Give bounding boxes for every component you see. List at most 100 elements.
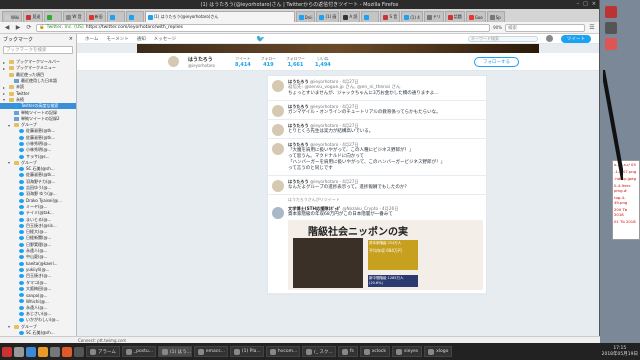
taskbar-task[interactable]: emacs... <box>193 346 228 357</box>
tweet-avatar[interactable] <box>272 143 284 155</box>
desktop-icon[interactable] <box>605 22 617 34</box>
browser-tab[interactable]: (1) 画 <box>316 11 340 22</box>
tweet-avatar[interactable] <box>272 80 284 92</box>
launcher-icon[interactable] <box>14 346 24 357</box>
expand-arrow-icon[interactable]: ▸ <box>3 91 7 96</box>
browser-tab[interactable]: 新旧 <box>85 11 106 22</box>
profile-name[interactable]: はうたろう <box>188 56 215 63</box>
browser-tab[interactable]: A 読 <box>340 11 361 22</box>
tweet-author[interactable]: はうたろう <box>288 142 309 147</box>
launcher-icon[interactable] <box>74 346 84 357</box>
browser-tab[interactable] <box>44 11 63 22</box>
twitter-bird-icon[interactable]: 🐦 <box>256 35 265 43</box>
launcher-icon[interactable] <box>50 346 60 357</box>
twitter-search-input[interactable]: キーワード検索 <box>468 35 538 42</box>
tweet[interactable]: はうたろう @ieyorhotaro · 4月27日 返信先: @sensu_vo… <box>268 76 486 101</box>
tweet[interactable]: はうたろう @ieyorhotaro · 4月27日 ガンマゲイル・オンラインのチ… <box>268 101 486 120</box>
profile-stat[interactable]: いいね 1,494 <box>315 56 331 68</box>
browser-tab[interactable]: (1) 4 <box>401 11 423 22</box>
profile-stat[interactable]: フォロー 419 <box>261 56 276 68</box>
taskbar-task[interactable]: _postu... <box>121 346 156 357</box>
profile-stat[interactable]: ツイート 8,414 <box>235 56 251 68</box>
browser-tab[interactable]: 話題 <box>444 11 465 22</box>
minimize-button[interactable]: – <box>577 1 580 7</box>
expand-arrow-icon[interactable]: ▸ <box>3 66 7 71</box>
file-entry[interactable]: 01 Tb 2018 <box>613 218 639 225</box>
launcher-icon[interactable] <box>38 346 48 357</box>
tweet-author[interactable]: はうたろう <box>288 104 309 109</box>
tweet-avatar[interactable] <box>272 180 284 192</box>
tweet-button[interactable]: ツイート <box>561 34 591 43</box>
tweet[interactable]: はうたろう @ieyorhotaro · 4月27日 なんだよグループの進捗表示っ… <box>268 176 486 195</box>
browser-tab[interactable] <box>125 11 144 22</box>
expand-arrow-icon[interactable]: ▾ <box>8 160 12 165</box>
profile-stat[interactable]: フォロワー 1,661 <box>286 56 305 68</box>
browser-tab[interactable]: ドリ <box>423 11 444 22</box>
tweet-author[interactable]: はうたろう <box>288 179 309 184</box>
lock-icon[interactable]: 🔒 <box>39 25 45 30</box>
url-text[interactable]: https://twitter.com/ieyorhotaro/with_rep… <box>86 25 183 30</box>
tweet-image[interactable]: 階級社会ニッポンの実 資本家階級 254万人 平均年収 684万円 新中間階級 … <box>288 220 483 290</box>
browser-tab[interactable]: S 音 <box>380 11 401 22</box>
tweet[interactable]: はうたろう @ieyorhotaro · 4月27日 「大魔を肩用に扱いやがって、… <box>268 139 486 176</box>
start-menu-icon[interactable] <box>2 346 12 357</box>
zoom-level[interactable]: 90% <box>493 25 502 30</box>
expand-arrow-icon[interactable]: ▾ <box>3 97 7 102</box>
nav-notifications[interactable]: 通知 <box>137 36 146 42</box>
browser-tab[interactable]: Dnii <box>295 11 316 22</box>
file-entry[interactable]: 200 Tb 2018 <box>613 206 639 218</box>
nav-home[interactable]: ホーム <box>85 36 98 42</box>
taskbar-task[interactable]: xlogo <box>424 346 453 357</box>
expand-arrow-icon[interactable]: ▸ <box>3 85 7 90</box>
tweet-author[interactable]: 文学博士(STH応援隊)ﾎﾟｯﾎﾟ <box>288 206 341 211</box>
browser-tab[interactable]: Goo <box>465 11 486 22</box>
clock[interactable]: 17:15 2018年05月19日 <box>602 346 638 358</box>
file-entry[interactable]: 0-4-9ver-pmg.# <box>613 182 639 194</box>
follow-button[interactable]: フォローする <box>474 56 519 67</box>
browser-tab[interactable]: 見送 <box>23 11 44 22</box>
tweet-author[interactable]: はうたろう <box>288 79 309 84</box>
maximize-button[interactable]: □ <box>583 1 588 7</box>
close-window-button[interactable]: × <box>592 1 596 7</box>
url-bar[interactable]: 🔒 Twitter, Inc. (US) https://twitter.com… <box>36 23 491 32</box>
taskbar-task[interactable]: r_ スク... <box>301 346 336 357</box>
taskbar-task[interactable]: hvcom... <box>265 346 300 357</box>
tweet-avatar[interactable] <box>272 105 284 117</box>
browser-tab[interactable]: (1) はうたろう(@ieyorhotaro)さん <box>144 11 295 22</box>
sidebar-close-button[interactable]: × <box>69 36 73 42</box>
browser-tab[interactable] <box>106 11 125 22</box>
taskbar-task[interactable]: (1) はう... <box>157 346 192 357</box>
taskbar-task[interactable]: sieyes <box>391 346 423 357</box>
launcher-icon[interactable] <box>62 346 72 357</box>
site-identity[interactable]: Twitter, Inc. (US) <box>47 25 84 30</box>
menu-icon[interactable]: ☰ <box>588 24 596 32</box>
launcher-icon[interactable] <box>26 346 36 357</box>
account-avatar[interactable] <box>546 35 553 42</box>
browser-tab[interactable]: W 音 <box>63 11 85 22</box>
expand-arrow-icon[interactable]: ▸ <box>3 60 7 65</box>
reload-button[interactable]: ⟳ <box>25 24 33 32</box>
nav-moments[interactable]: モーメント <box>106 36 128 42</box>
expand-arrow-icon[interactable]: ▾ <box>8 123 12 128</box>
profile-avatar[interactable] <box>167 55 180 68</box>
tweet-author[interactable]: はうたろう <box>288 123 309 128</box>
tweet-avatar[interactable] <box>272 124 284 136</box>
browser-tab[interactable]: Wiki <box>2 11 23 22</box>
taskbar-task[interactable]: fs <box>337 346 358 357</box>
tweet-avatar[interactable] <box>272 207 284 219</box>
taskbar-task[interactable]: アラーム <box>86 346 120 357</box>
desktop-icon[interactable] <box>605 6 617 18</box>
taskbar-task[interactable]: (1) Pla... <box>229 346 264 357</box>
forward-button[interactable]: ▶ <box>14 24 22 32</box>
desktop-icon[interactable] <box>605 38 617 50</box>
search-box[interactable]: 検索 <box>505 23 585 32</box>
file-entry[interactable]: rog-4-49.png <box>613 194 639 206</box>
browser-tab[interactable]: Sp <box>486 11 505 22</box>
browser-tab[interactable] <box>361 11 380 22</box>
nav-messages[interactable]: メッセージ <box>154 36 176 42</box>
retweeted-tweet[interactable]: 文学博士(STH応援隊)ﾎﾟｯﾎﾟ @Nozaku_Crypto · 4月26日… <box>268 203 486 294</box>
tweet[interactable]: はうたろう @ieyorhotaro · 4月27日 とりとくろ先生は実力が結構高… <box>268 120 486 139</box>
expand-arrow-icon[interactable]: ▾ <box>8 324 12 329</box>
back-button[interactable]: ◀ <box>3 24 11 32</box>
taskbar-task[interactable]: xclock <box>359 346 390 357</box>
